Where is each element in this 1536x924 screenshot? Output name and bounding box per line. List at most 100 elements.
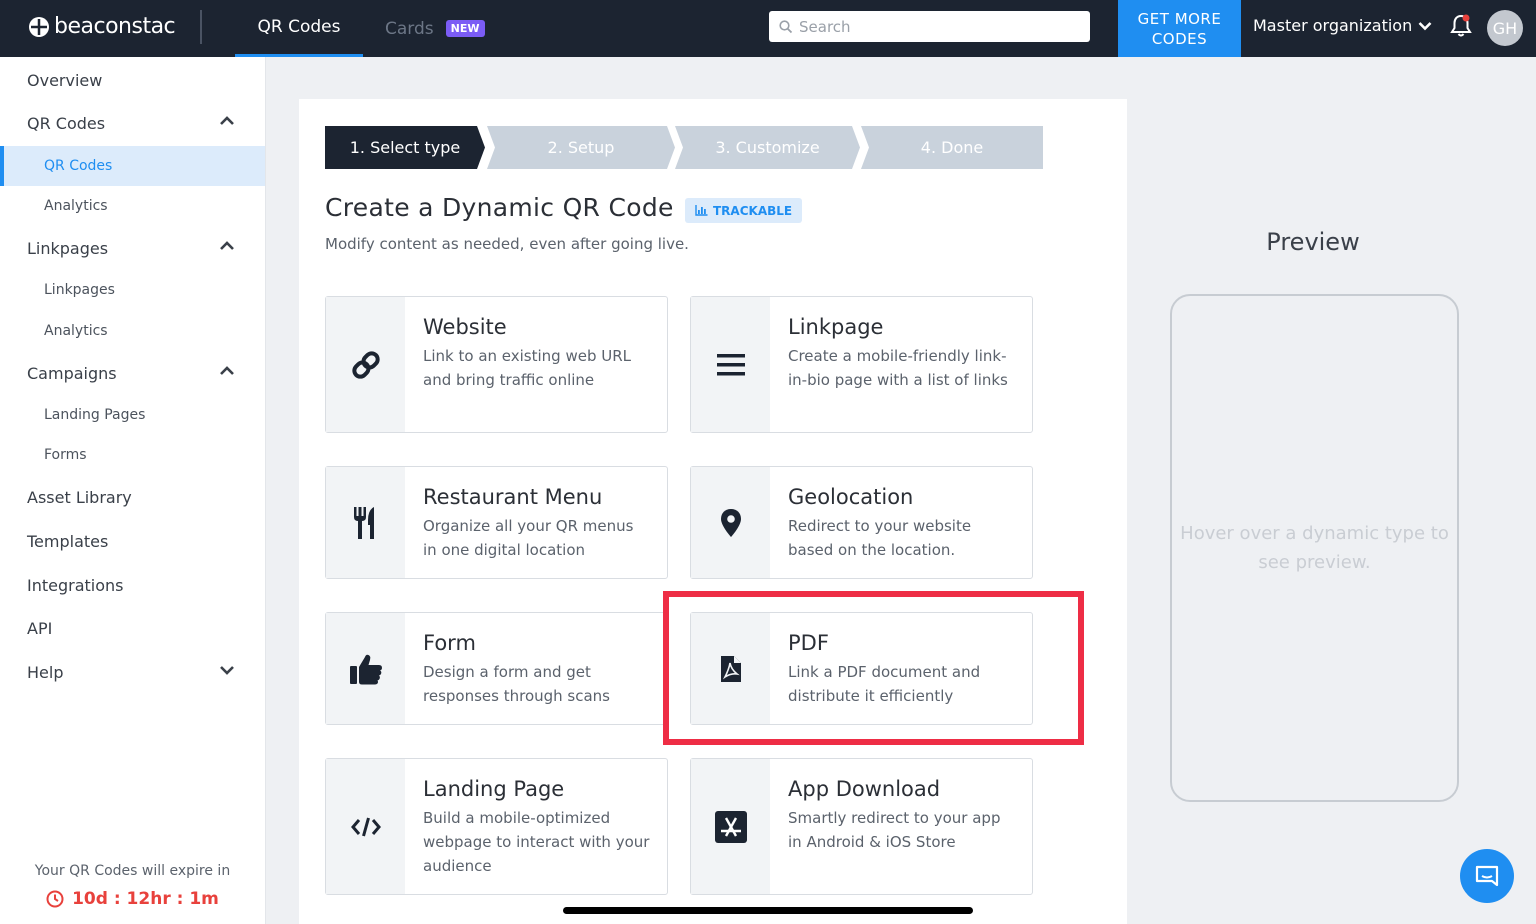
tile-title: Restaurant Menu xyxy=(423,485,603,509)
step-label: 3. Customize xyxy=(715,138,820,157)
map-pin-icon xyxy=(691,467,770,578)
chevron-down-icon xyxy=(1418,21,1432,30)
sidebar-item-label: Help xyxy=(27,662,64,682)
get-more-codes-button[interactable]: GET MORE CODES xyxy=(1118,0,1241,57)
sidebar-item-label: Linkpages xyxy=(44,282,115,298)
preview-hint: Hover over a dynamic type to see preview… xyxy=(1170,519,1459,577)
beaconstac-logo[interactable]: beaconstac xyxy=(28,14,176,39)
sidebar-item-qr-codes[interactable]: QR Codes xyxy=(0,103,265,143)
sidebar-item-integrations[interactable]: Integrations xyxy=(0,565,265,605)
tile-description: Design a form and get responses through … xyxy=(423,663,610,705)
sidebar-item-campaigns[interactable]: Campaigns xyxy=(0,353,265,393)
sidebar-item-label: QR Codes xyxy=(27,113,106,133)
preview-hint-text: Hover over a dynamic type to see preview… xyxy=(1180,523,1449,573)
tile-description: Smartly redirect to your app in Android … xyxy=(788,809,1001,851)
sidebar-subitem-landing-pages[interactable]: Landing Pages xyxy=(0,395,265,435)
logo-divider xyxy=(200,10,202,44)
sidebar-item-label: Linkpages xyxy=(27,238,109,258)
tab-cards[interactable]: Cards NEW xyxy=(385,0,485,57)
trackable-label: TRACKABLE xyxy=(713,203,793,218)
tile-landing-page[interactable]: Landing Page Build a mobile-optimized we… xyxy=(325,758,668,895)
sidebar-item-templates[interactable]: Templates xyxy=(0,521,265,561)
sidebar-item-label: Integrations xyxy=(27,575,124,595)
step-select-type[interactable]: 1. Select type xyxy=(325,126,485,169)
chevron-down-icon xyxy=(220,666,234,675)
sidebar-subitem-linkpage-analytics[interactable]: Analytics xyxy=(0,311,265,351)
step-label: 4. Done xyxy=(920,138,984,157)
sidebar-item-label: Forms xyxy=(44,447,87,463)
logo-text: beaconstac xyxy=(54,14,176,39)
sidebar-subitem-qr-analytics[interactable]: Analytics xyxy=(0,186,265,226)
chat-launcher-button[interactable] xyxy=(1460,849,1514,903)
page-title: Create a Dynamic QR Code xyxy=(325,193,674,222)
sidebar-item-label: QR Codes xyxy=(44,158,113,174)
tile-description: Build a mobile-optimized webpage to inte… xyxy=(423,809,650,875)
sidebar-item-asset-library[interactable]: Asset Library xyxy=(0,477,265,517)
step-setup[interactable]: 2. Setup xyxy=(487,126,675,169)
search-input[interactable]: Search xyxy=(769,11,1090,42)
tile-title: Website xyxy=(423,315,507,339)
preview-title: Preview xyxy=(1266,228,1360,256)
tile-description: Redirect to your website based on the lo… xyxy=(788,517,972,559)
clock-icon xyxy=(46,890,64,908)
step-label: 2. Setup xyxy=(547,138,615,157)
step-done[interactable]: 4. Done xyxy=(861,126,1043,169)
tile-title: Landing Page xyxy=(423,777,565,801)
timer-text: 10d : 12hr : 1m xyxy=(72,889,219,909)
chevron-up-icon xyxy=(220,241,234,250)
step-label: 1. Select type xyxy=(349,138,461,157)
search-placeholder: Search xyxy=(799,17,851,36)
sidebar-item-label: API xyxy=(27,618,53,638)
tile-description: Create a mobile-friendly link-in-bio pag… xyxy=(788,347,1008,389)
avatar[interactable]: GH xyxy=(1487,10,1523,46)
sidebar-item-label: Analytics xyxy=(44,198,108,214)
sidebar: Overview QR Codes QR Codes Analytics Lin… xyxy=(0,57,266,924)
chevron-up-icon xyxy=(220,116,234,125)
utensils-icon xyxy=(326,467,405,578)
expiry-notice: Your QR Codes will expire in xyxy=(34,863,231,879)
code-icon xyxy=(326,759,405,894)
app-store-icon xyxy=(691,759,770,894)
sidebar-item-label: Landing Pages xyxy=(44,407,146,423)
sidebar-item-linkpages[interactable]: Linkpages xyxy=(0,228,265,268)
tile-website[interactable]: Website Link to an existing web URL and … xyxy=(325,296,668,433)
sidebar-item-api[interactable]: API xyxy=(0,608,265,648)
tile-restaurant-menu[interactable]: Restaurant Menu Organize all your QR men… xyxy=(325,466,668,579)
get-more-codes-label: GET MORE CODES xyxy=(1137,9,1222,48)
sidebar-item-help[interactable]: Help xyxy=(0,652,265,692)
tile-title: Geolocation xyxy=(788,485,914,509)
notification-bell-icon[interactable] xyxy=(1450,14,1472,42)
trackable-badge: TRACKABLE xyxy=(685,198,803,223)
sidebar-item-label: Templates xyxy=(27,531,109,551)
sidebar-item-label: Overview xyxy=(27,70,103,90)
organization-dropdown[interactable]: Master organization xyxy=(1253,16,1432,35)
sidebar-subitem-linkpages[interactable]: Linkpages xyxy=(0,270,265,310)
step-customize[interactable]: 3. Customize xyxy=(675,126,860,169)
tile-linkpage[interactable]: Linkpage Create a mobile-friendly link-i… xyxy=(690,296,1033,433)
sidebar-subitem-forms[interactable]: Forms xyxy=(0,435,265,475)
tab-qr-codes[interactable]: QR Codes xyxy=(235,0,363,57)
tile-title: Form xyxy=(423,631,476,655)
avatar-initials: GH xyxy=(1492,18,1518,38)
sidebar-item-label: Analytics xyxy=(44,323,108,339)
new-badge: NEW xyxy=(445,20,485,37)
sidebar-item-overview[interactable]: Overview xyxy=(0,60,265,100)
expiry-timer: 10d : 12hr : 1m xyxy=(0,889,265,909)
search-icon xyxy=(779,19,793,33)
tile-description: Organize all your QR menus in one digita… xyxy=(423,517,634,559)
sidebar-subitem-qr-codes[interactable]: QR Codes xyxy=(0,146,265,186)
tab-cards-label: Cards xyxy=(385,18,434,39)
home-indicator xyxy=(563,907,973,914)
tab-qr-codes-label: QR Codes xyxy=(257,17,341,37)
pdf-highlight-box xyxy=(663,591,1084,745)
tile-geolocation[interactable]: Geolocation Redirect to your website bas… xyxy=(690,466,1033,579)
tile-app-download[interactable]: App Download Smartly redirect to your ap… xyxy=(690,758,1033,895)
chevron-up-icon xyxy=(220,366,234,375)
page-subtitle: Modify content as needed, even after goi… xyxy=(325,235,689,253)
tile-title: Linkpage xyxy=(788,315,884,339)
tile-form[interactable]: Form Design a form and get responses thr… xyxy=(325,612,668,725)
list-icon xyxy=(691,297,770,432)
link-icon xyxy=(326,297,405,432)
top-navbar: beaconstac QR Codes Cards NEW Search GET… xyxy=(0,0,1536,57)
sidebar-item-label: Campaigns xyxy=(27,363,117,383)
